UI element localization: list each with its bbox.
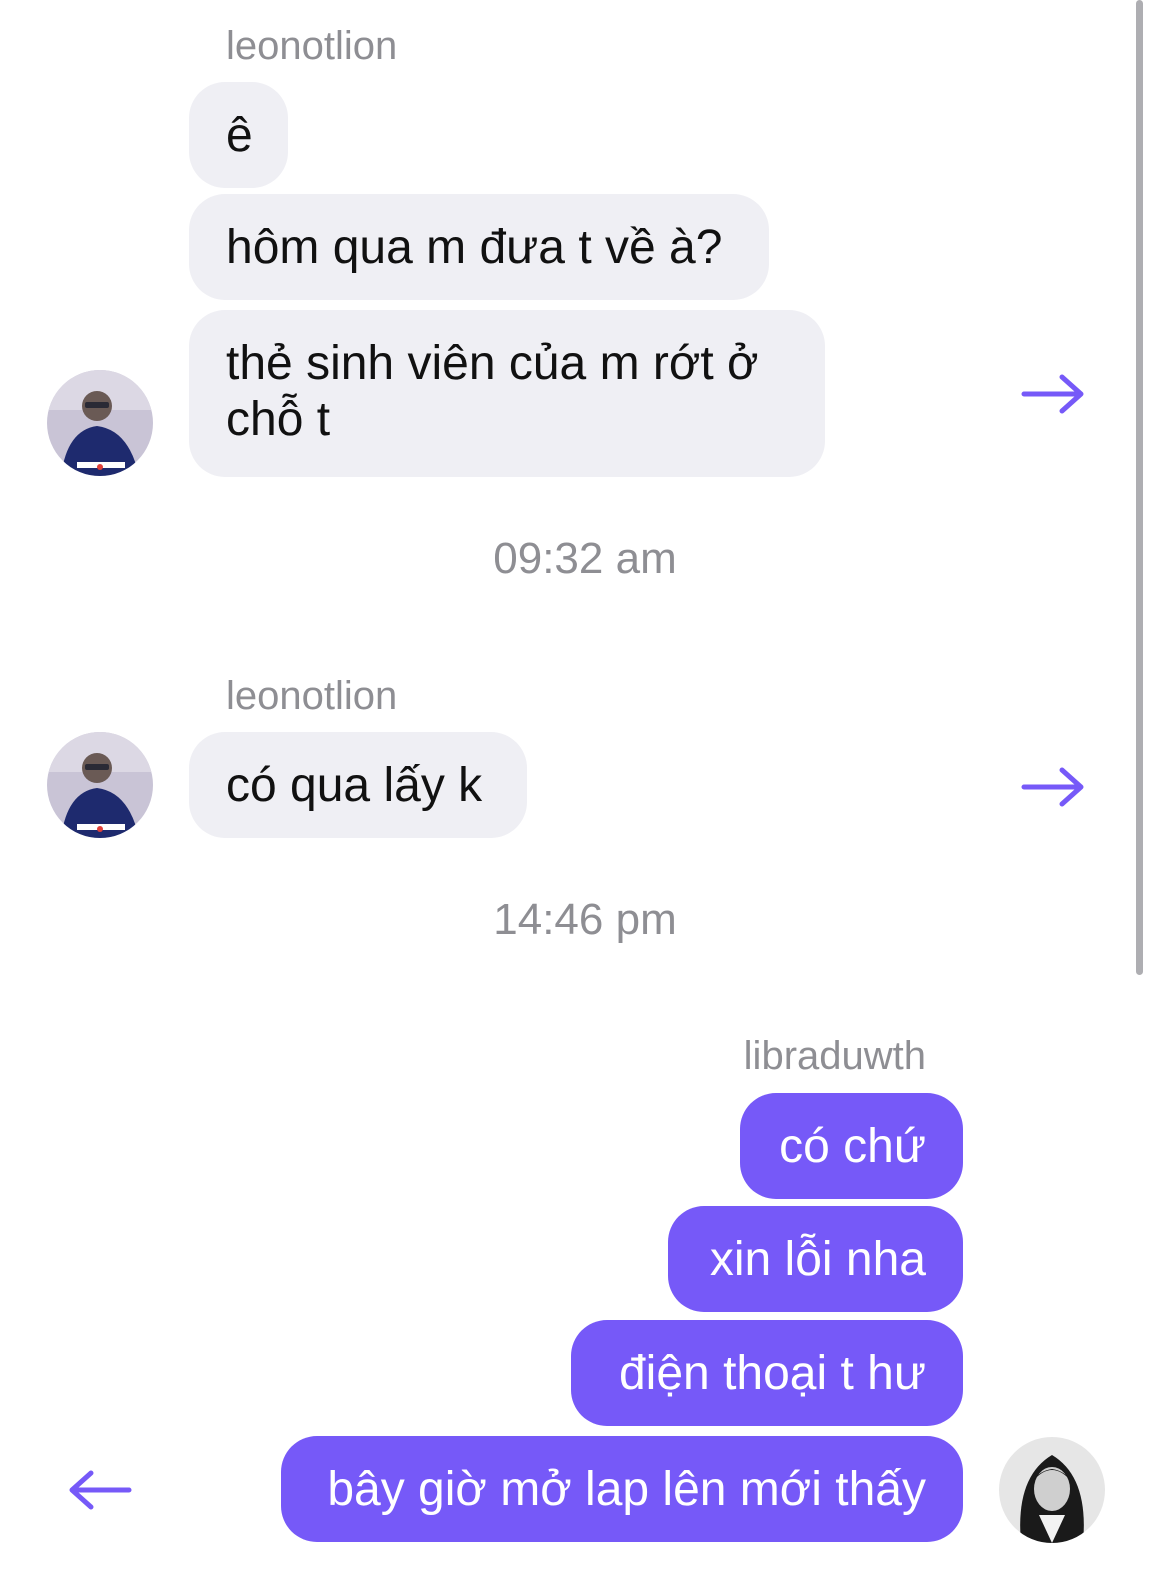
outgoing-message[interactable]: điện thoại t hư: [571, 1320, 963, 1426]
arrow-right-icon[interactable]: [1020, 765, 1086, 809]
sender-name: leonotlion: [226, 674, 398, 718]
sender-name: libraduwth: [743, 1034, 926, 1078]
arrow-right-icon[interactable]: [1020, 372, 1086, 416]
sender-name: leonotlion: [226, 24, 398, 68]
timestamp: 09:32 am: [493, 534, 677, 583]
outgoing-message[interactable]: xin lỗi nha: [668, 1206, 963, 1312]
scrollbar[interactable]: [1136, 0, 1143, 975]
incoming-message[interactable]: ê: [189, 82, 288, 188]
arrow-left-icon[interactable]: [67, 1468, 133, 1512]
incoming-message[interactable]: hôm qua m đưa t về à?: [189, 194, 769, 300]
outgoing-message[interactable]: có chứ: [740, 1093, 963, 1199]
timestamp: 14:46 pm: [493, 895, 677, 944]
avatar-libraduwth[interactable]: [999, 1437, 1105, 1543]
outgoing-message[interactable]: bây giờ mở lap lên mới thấy: [281, 1436, 963, 1542]
avatar-leonotlion[interactable]: [47, 370, 153, 476]
incoming-message[interactable]: có qua lấy k: [189, 732, 527, 838]
avatar-leonotlion[interactable]: [47, 732, 153, 838]
incoming-message[interactable]: thẻ sinh viên của m rớt ở chỗ t: [189, 310, 825, 477]
